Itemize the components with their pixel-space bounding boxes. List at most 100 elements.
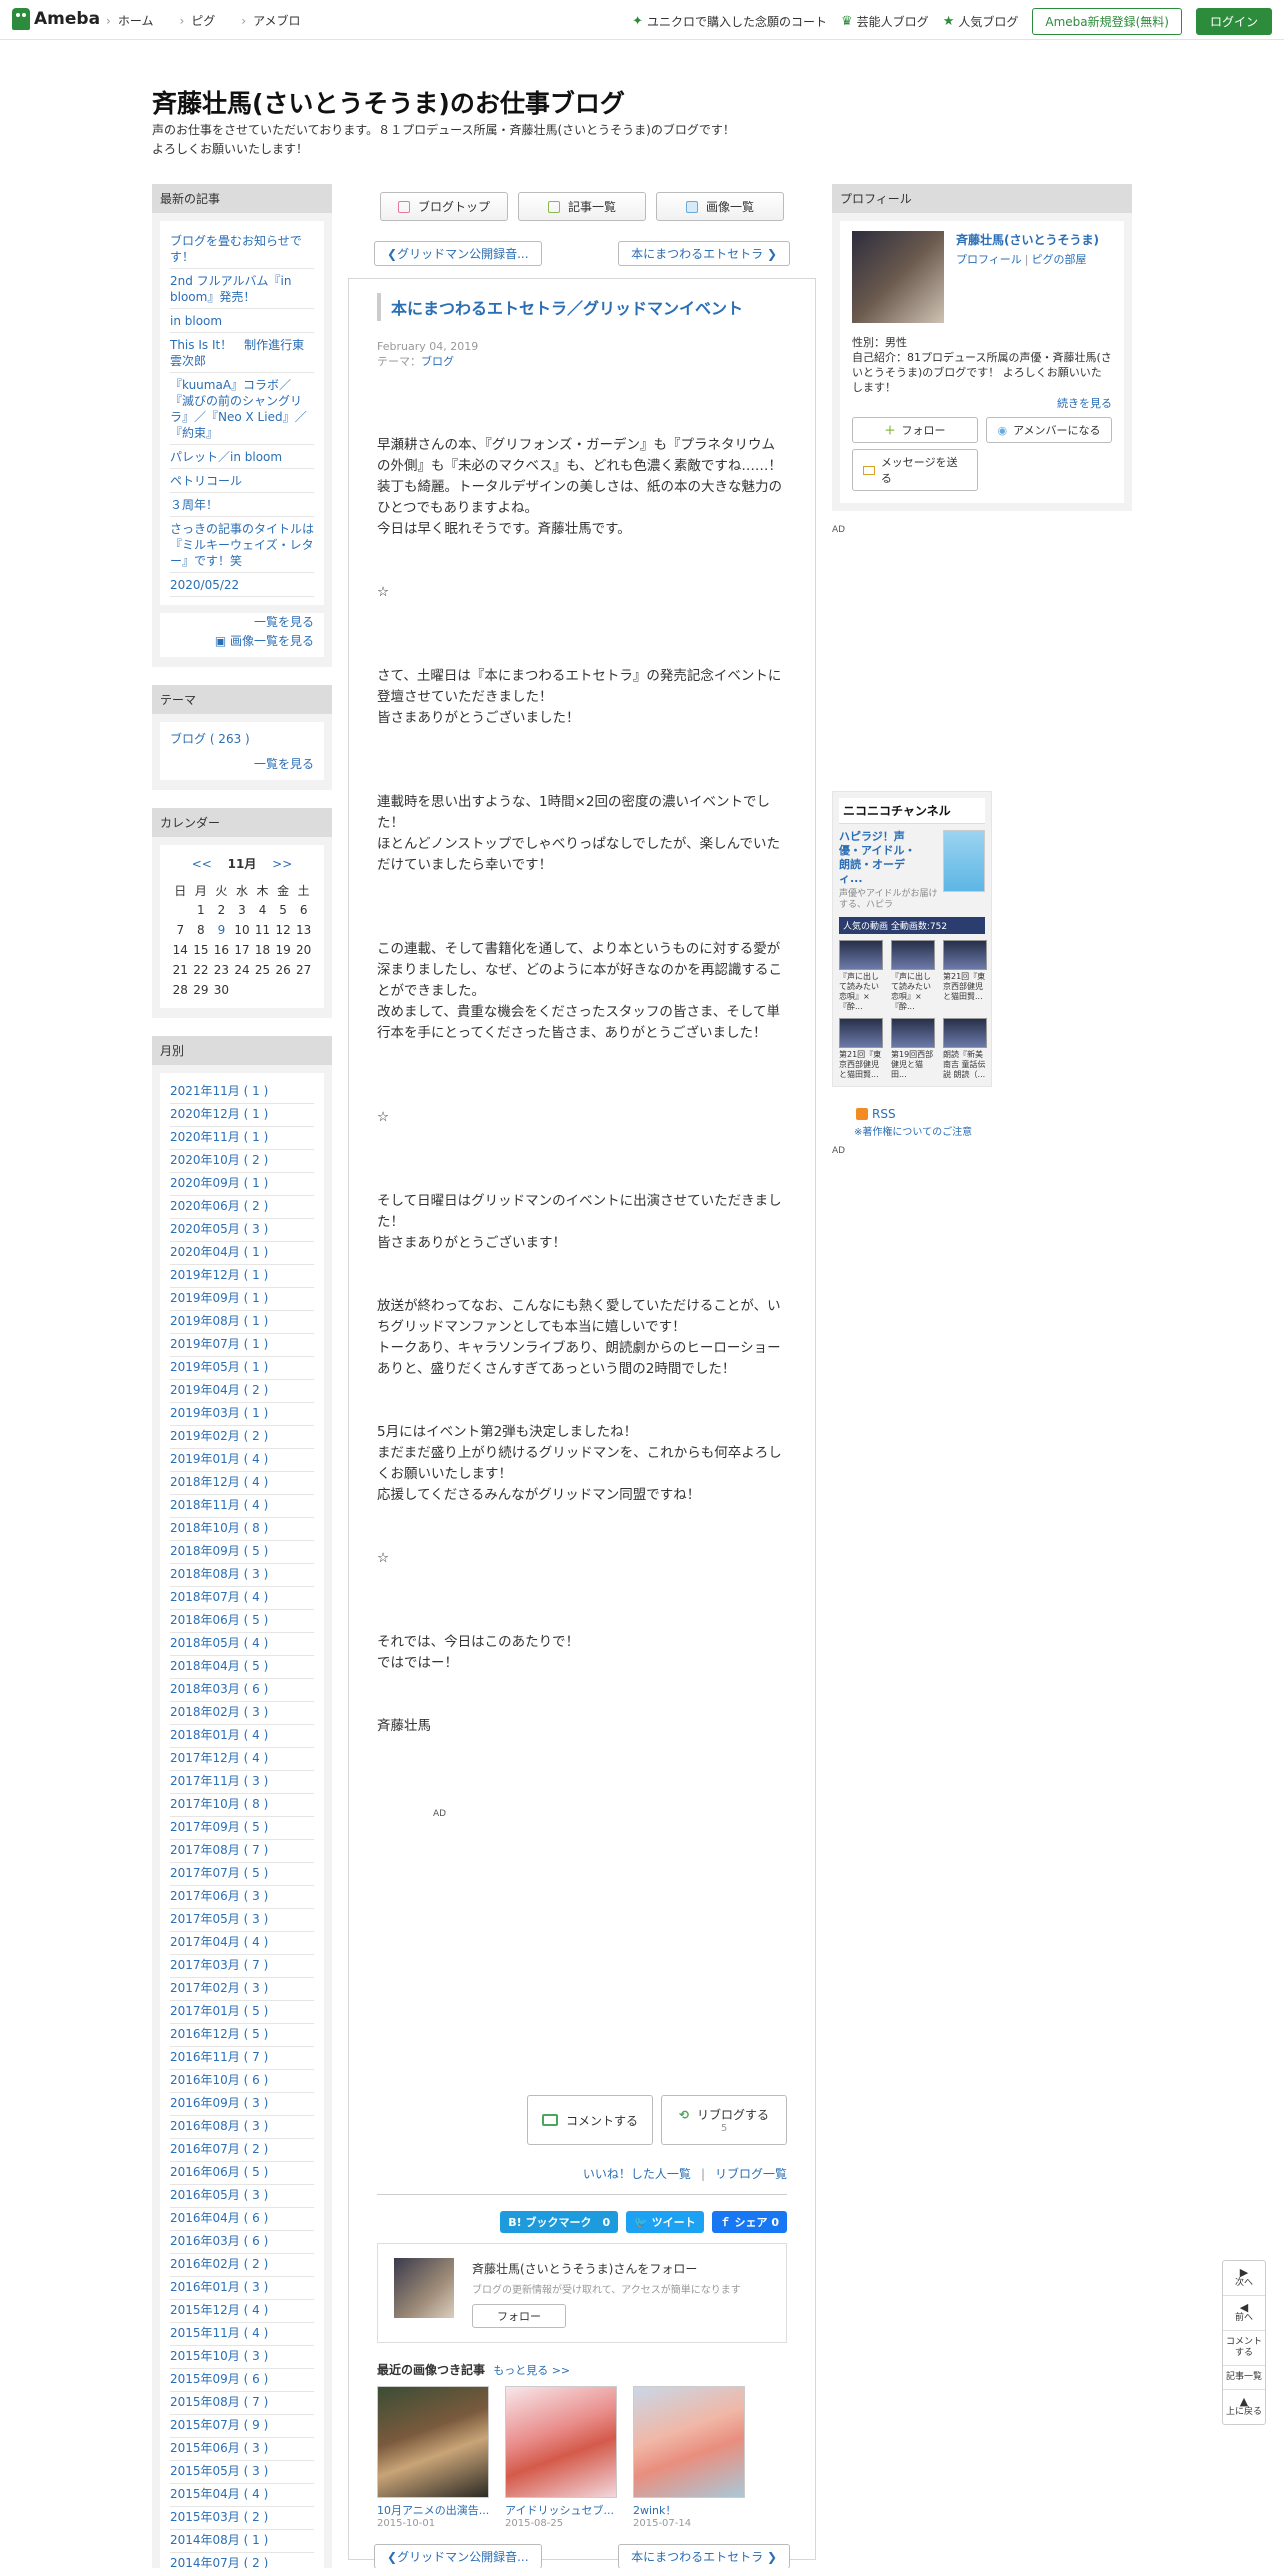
month-archive-link[interactable]: 2020年12月 ( 1 ): [170, 1104, 314, 1127]
calendar-prev[interactable]: <<: [192, 857, 212, 871]
month-archive-link[interactable]: 2016年03月 ( 6 ): [170, 2231, 314, 2254]
month-archive-link[interactable]: 2016年04月 ( 6 ): [170, 2208, 314, 2231]
recent-post-link[interactable]: 2020/05/22: [170, 573, 314, 597]
month-archive-link[interactable]: 2020年06月 ( 2 ): [170, 1196, 314, 1219]
month-archive-link[interactable]: 2016年07月 ( 2 ): [170, 2139, 314, 2162]
month-archive-link[interactable]: 2018年12月 ( 4 ): [170, 1472, 314, 1495]
liked-users-link[interactable]: いいね！した人一覧: [583, 2167, 691, 2181]
month-archive-link[interactable]: 2017年10月 ( 8 ): [170, 1794, 314, 1817]
amember-button[interactable]: ◉ アメンバーになる: [986, 417, 1112, 443]
month-archive-link[interactable]: 2018年09月 ( 5 ): [170, 1541, 314, 1564]
video-caption[interactable]: 『声に出して読みたい恋唄』×『酔...: [891, 972, 937, 1012]
tab-image-list[interactable]: 画像一覧: [656, 192, 784, 221]
register-button[interactable]: Ameba新規登録(無料): [1032, 8, 1182, 35]
month-archive-link[interactable]: 2015年07月 ( 9 ): [170, 2415, 314, 2438]
tweet-button[interactable]: 🐦 ツイート: [626, 2211, 704, 2233]
month-archive-link[interactable]: 2018年03月 ( 6 ): [170, 1679, 314, 1702]
list-float-button[interactable]: 記事一覧: [1223, 2366, 1265, 2390]
month-archive-link[interactable]: 2016年05月 ( 3 ): [170, 2185, 314, 2208]
month-archive-link[interactable]: 2018年05月 ( 4 ): [170, 1633, 314, 1656]
theme-item-blog[interactable]: ブログ ( 263 ): [170, 730, 314, 747]
tab-article-list[interactable]: 記事一覧: [518, 192, 646, 221]
follow-button-sidebar[interactable]: ＋フォロー: [852, 417, 978, 443]
profile-image[interactable]: [852, 231, 944, 323]
niconico-video[interactable]: 『声に出して読みたい恋唄』×『酔...: [891, 940, 937, 1012]
recent-more-link[interactable]: 一覧を見る: [170, 613, 314, 630]
niconico-video[interactable]: 朗読『新美南吉 童話伝説 朗読（...: [943, 1018, 989, 1080]
month-archive-link[interactable]: 2015年10月 ( 3 ): [170, 2346, 314, 2369]
article-theme-link[interactable]: ブログ: [421, 355, 454, 368]
month-archive-link[interactable]: 2017年01月 ( 5 ): [170, 2001, 314, 2024]
recent-post-link[interactable]: パレット／in bloom: [170, 445, 314, 469]
month-archive-link[interactable]: 2016年12月 ( 5 ): [170, 2024, 314, 2047]
login-button[interactable]: ログイン: [1195, 8, 1272, 35]
month-archive-link[interactable]: 2015年12月 ( 4 ): [170, 2300, 314, 2323]
month-archive-link[interactable]: 2020年04月 ( 1 ): [170, 1242, 314, 1265]
facebook-share-button[interactable]: ｆ シェア 0: [711, 2211, 787, 2233]
video-thumbnail[interactable]: [839, 1018, 883, 1048]
rss-link[interactable]: RSS: [832, 1107, 1132, 1121]
video-caption[interactable]: 第21回『東京西部健児と猫田賢...: [943, 972, 989, 1002]
next-article-button[interactable]: 本にまつわるエトセトラ ❯: [618, 241, 790, 266]
follow-button[interactable]: フォロー: [472, 2304, 566, 2328]
niconico-video[interactable]: 第21回『東京西部健児と猫田賢...: [839, 1018, 885, 1080]
month-archive-link[interactable]: 2018年08月 ( 3 ): [170, 1564, 314, 1587]
recent-post-link[interactable]: 『kuumaA』コラボ／『滅びの前のシャングリラ』／『Neo X Lied』／『…: [170, 373, 314, 445]
next-float-button[interactable]: ▶ 次へ: [1223, 2261, 1265, 2296]
recent-post-link[interactable]: This Is It！ 制作進行東雲次郎: [170, 333, 314, 373]
post-thumbnail[interactable]: [505, 2386, 617, 2498]
blog-title[interactable]: 斉藤壮馬(さいとうそうま)のお仕事ブログ: [152, 84, 625, 120]
month-archive-link[interactable]: 2015年08月 ( 7 ): [170, 2392, 314, 2415]
video-thumbnail[interactable]: [943, 940, 987, 970]
niconico-video[interactable]: 第19回西部健児と猫田...: [891, 1018, 937, 1080]
month-archive-link[interactable]: 2018年01月 ( 4 ): [170, 1725, 314, 1748]
recent-post-link[interactable]: ３周年！: [170, 493, 314, 517]
month-archive-link[interactable]: 2019年01月 ( 4 ): [170, 1449, 314, 1472]
send-message-button[interactable]: メッセージを送る: [852, 449, 978, 491]
recent-image-more-link[interactable]: もっと見る >>: [493, 2364, 570, 2377]
recent-post-link[interactable]: ペトリコール: [170, 469, 314, 493]
month-archive-link[interactable]: 2016年06月 ( 5 ): [170, 2162, 314, 2185]
calendar-day-linked[interactable]: 9: [211, 920, 232, 940]
month-archive-link[interactable]: 2017年12月 ( 4 ): [170, 1748, 314, 1771]
month-archive-link[interactable]: 2015年05月 ( 3 ): [170, 2461, 314, 2484]
month-archive-link[interactable]: 2018年06月 ( 5 ): [170, 1610, 314, 1633]
month-archive-link[interactable]: 2018年11月 ( 4 ): [170, 1495, 314, 1518]
channel-title[interactable]: ハピラジ！声優・アイドル・朗読・オーディ...: [839, 830, 923, 886]
month-archive-link[interactable]: 2020年10月 ( 2 ): [170, 1150, 314, 1173]
month-archive-link[interactable]: 2019年02月 ( 2 ): [170, 1426, 314, 1449]
month-archive-link[interactable]: 2018年04月 ( 5 ): [170, 1656, 314, 1679]
top-float-button[interactable]: ▲ 上に戻る: [1223, 2390, 1265, 2424]
month-archive-link[interactable]: 2018年07月 ( 4 ): [170, 1587, 314, 1610]
celebrity-blog-link[interactable]: ♛ 芸能人ブログ: [841, 13, 929, 30]
month-archive-link[interactable]: 2017年09月 ( 5 ): [170, 1817, 314, 1840]
hatena-bookmark-button[interactable]: B! ブックマーク 0: [500, 2211, 619, 2233]
month-archive-link[interactable]: 2015年06月 ( 3 ): [170, 2438, 314, 2461]
month-archive-link[interactable]: 2017年08月 ( 7 ): [170, 1840, 314, 1863]
month-archive-link[interactable]: 2018年10月 ( 8 ): [170, 1518, 314, 1541]
month-archive-link[interactable]: 2016年01月 ( 3 ): [170, 2277, 314, 2300]
video-caption[interactable]: 朗読『新美南吉 童話伝説 朗読（...: [943, 1050, 989, 1080]
month-archive-link[interactable]: 2019年09月 ( 1 ): [170, 1288, 314, 1311]
month-archive-link[interactable]: 2020年09月 ( 1 ): [170, 1173, 314, 1196]
channel-banner[interactable]: [943, 830, 985, 892]
prev-article-button[interactable]: ❮グリッドマン公開録音...: [374, 241, 542, 266]
month-archive-link[interactable]: 2020年05月 ( 3 ): [170, 1219, 314, 1242]
profile-name[interactable]: 斉藤壮馬(さいとうそうま): [956, 231, 1099, 248]
promo-link[interactable]: ✦ ユニクロで購入した念願のコート: [632, 13, 827, 30]
recent-post-link[interactable]: ブログを畳むお知らせです！: [170, 229, 314, 269]
profile-link[interactable]: プロフィール: [956, 253, 1022, 266]
video-thumbnail[interactable]: [943, 1018, 987, 1048]
recent-image-post[interactable]: アイドリッシュセブ... 2015-08-25: [505, 2386, 617, 2529]
month-archive-link[interactable]: 2015年03月 ( 2 ): [170, 2507, 314, 2530]
month-archive-link[interactable]: 2015年04月 ( 4 ): [170, 2484, 314, 2507]
month-archive-link[interactable]: 2019年05月 ( 1 ): [170, 1357, 314, 1380]
month-archive-link[interactable]: 2021年11月 ( 1 ): [170, 1081, 314, 1104]
comment-button[interactable]: コメントする: [527, 2095, 653, 2145]
profile-more-link[interactable]: 続きを見る: [852, 395, 1112, 411]
month-archive-link[interactable]: 2017年11月 ( 3 ): [170, 1771, 314, 1794]
popular-blog-link[interactable]: ★ 人気ブログ: [943, 13, 1019, 30]
video-thumbnail[interactable]: [891, 940, 935, 970]
recent-post-link[interactable]: さっきの記事のタイトルは『ミルキーウェイズ・レター』です！笑: [170, 517, 314, 573]
ameba-logo[interactable]: Ameba: [12, 8, 100, 30]
